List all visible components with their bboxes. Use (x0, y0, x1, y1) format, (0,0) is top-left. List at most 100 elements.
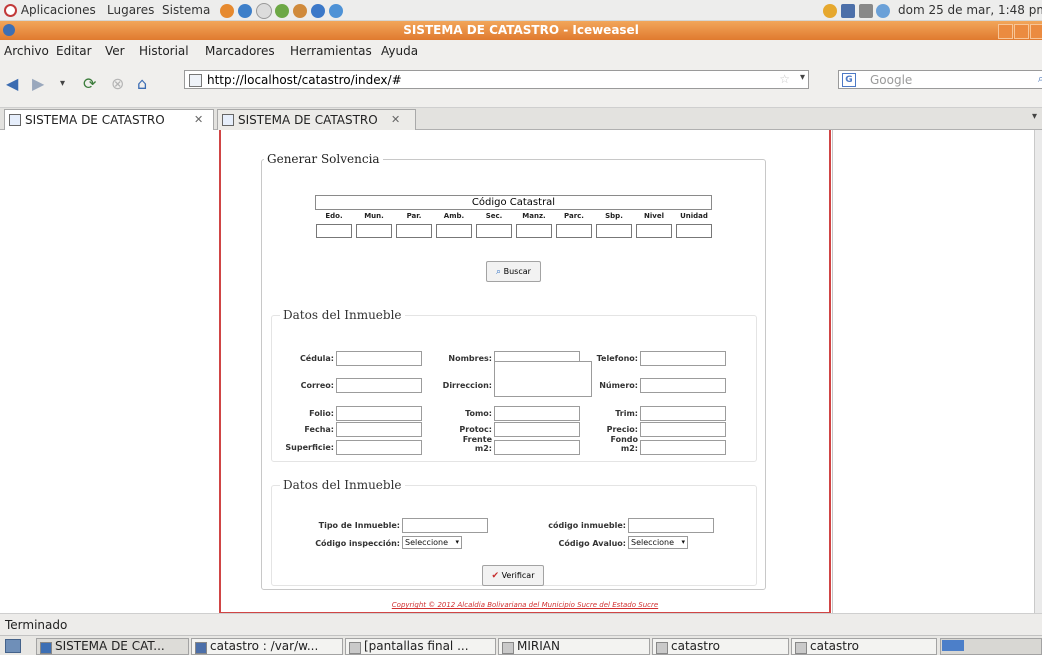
window-titlebar[interactable]: SISTEMA DE CATASTRO - Iceweasel (0, 21, 1042, 40)
search-input[interactable]: Google (870, 73, 912, 87)
catastral-column-header: Edo. (325, 212, 343, 220)
url-dropdown-icon[interactable]: ▾ (800, 72, 805, 83)
fecha-input[interactable] (336, 422, 422, 437)
back-icon[interactable]: ◀ (6, 74, 18, 93)
workspace-1-icon[interactable] (942, 640, 964, 651)
show-desktop-icon[interactable] (5, 639, 21, 653)
menu-editar[interactable]: Editar (56, 44, 92, 58)
catastral-column-header: Sbp. (605, 212, 623, 220)
evolution-icon[interactable] (237, 4, 252, 18)
menu-historial[interactable]: Historial (139, 44, 189, 58)
history-dropdown-icon[interactable]: ▾ (60, 78, 65, 89)
task-catastro-1[interactable]: catastro (652, 638, 789, 655)
catastral-input[interactable] (436, 224, 472, 238)
superficie-input[interactable] (336, 440, 422, 455)
task-pantallas-final[interactable]: [pantallas final ... (345, 638, 496, 655)
google-icon[interactable]: G (842, 73, 856, 87)
window-title: SISTEMA DE CATASTRO - Iceweasel (403, 23, 639, 37)
task-terminal-catastro[interactable]: catastro : /var/w... (191, 638, 343, 655)
maximize-button[interactable] (1014, 24, 1029, 39)
task-mirian[interactable]: MIRIAN (498, 638, 650, 655)
catastral-column-header: Mun. (364, 212, 384, 220)
tab-sistema-catastro-1[interactable]: SISTEMA DE CATASTRO ✕ (4, 109, 214, 130)
cedula-input[interactable] (336, 351, 422, 366)
task-sistema-catastro[interactable]: SISTEMA DE CAT... (36, 638, 189, 655)
task-catastro-2[interactable]: catastro (791, 638, 937, 655)
catastral-input[interactable] (556, 224, 592, 238)
url-bar[interactable]: http://localhost/catastro/index/# ☆ ▾ (184, 70, 809, 89)
network-icon[interactable] (275, 4, 290, 18)
vertical-scrollbar[interactable] (1034, 130, 1042, 613)
tomo-input[interactable] (494, 406, 580, 421)
codigo-inspeccion-select[interactable]: Seleccione ▾ (402, 536, 462, 549)
stop-icon[interactable]: ⊗ (111, 74, 124, 93)
help-icon[interactable] (255, 3, 272, 19)
clock[interactable]: dom 25 de mar, 1:48 pm (898, 3, 1042, 17)
protoc-input[interactable] (494, 422, 580, 437)
direccion-textarea[interactable] (494, 361, 592, 397)
search-icon[interactable]: ⌕ (1038, 72, 1042, 86)
close-button[interactable] (1030, 24, 1042, 39)
catastral-input[interactable] (596, 224, 632, 238)
telefono-input[interactable] (640, 351, 726, 366)
catastral-input[interactable] (356, 224, 392, 238)
menu-ayuda[interactable]: Ayuda (381, 44, 418, 58)
folder-icon (502, 642, 514, 654)
correo-input[interactable] (336, 378, 422, 393)
network-status-icon[interactable] (840, 3, 855, 18)
catastral-input[interactable] (676, 224, 712, 238)
browser-icon[interactable] (328, 4, 343, 18)
generar-solvencia-legend: Generar Solvencia (267, 152, 380, 166)
select-arrow-icon: ▾ (455, 538, 459, 546)
menu-archivo[interactable]: Archivo (4, 44, 49, 58)
menu-aplicaciones[interactable]: Aplicaciones (4, 3, 96, 17)
volume-icon[interactable] (858, 3, 873, 18)
codigo-inmueble-input[interactable] (628, 518, 714, 533)
tab-close-icon[interactable]: ✕ (391, 113, 400, 126)
fondo-m2-input[interactable] (640, 440, 726, 455)
numero-input[interactable] (640, 378, 726, 393)
buscar-button[interactable]: ⌕ Buscar (486, 261, 541, 282)
reload-icon[interactable]: ⟳ (83, 74, 96, 93)
trim-input[interactable] (640, 406, 726, 421)
correo-label: Correo: (300, 381, 334, 390)
verificar-button[interactable]: ✔ Verificar (482, 565, 544, 586)
firefox-icon[interactable] (220, 4, 234, 18)
user-icon[interactable] (876, 3, 891, 18)
menu-aplicaciones-label: Aplicaciones (20, 3, 96, 17)
forward-icon[interactable]: ▶ (32, 74, 44, 93)
tab-sistema-catastro-2[interactable]: SISTEMA DE CATASTRO ✕ (217, 109, 416, 130)
search-bar[interactable]: G Google ⌕ (838, 70, 1042, 89)
update-icon[interactable] (823, 3, 837, 18)
terminal-icon (195, 642, 207, 654)
status-bar: Terminado (0, 613, 1042, 635)
tipo-inmueble-input[interactable] (402, 518, 488, 533)
people-icon[interactable] (293, 4, 308, 18)
catastral-input[interactable] (516, 224, 552, 238)
catastral-column-header: Amb. (443, 212, 465, 220)
minimize-button[interactable] (998, 24, 1013, 39)
bookmark-star-icon[interactable]: ☆ (779, 72, 790, 86)
menu-marcadores[interactable]: Marcadores (205, 44, 275, 58)
menu-herramientas[interactable]: Herramientas (290, 44, 372, 58)
tab-list-icon[interactable]: ▾ (1032, 111, 1037, 122)
catastral-input[interactable] (636, 224, 672, 238)
precio-input[interactable] (640, 422, 726, 437)
page-container: Generar Solvencia Código Catastral Edo. M… (219, 130, 831, 613)
catastral-input[interactable] (316, 224, 352, 238)
codigo-avaluo-select[interactable]: Seleccione ▾ (628, 536, 688, 549)
catastral-input[interactable] (396, 224, 432, 238)
protoc-label: Protoc: (459, 425, 492, 434)
menu-ver[interactable]: Ver (105, 44, 125, 58)
frente-m2-input[interactable] (494, 440, 580, 455)
folio-input[interactable] (336, 406, 422, 421)
globe-icon[interactable] (311, 4, 326, 18)
home-icon[interactable]: ⌂ (137, 74, 147, 93)
codigo-inspeccion-label: Código inspección: (315, 539, 400, 548)
copyright-link[interactable]: Copyright © 2012 Alcaldia Bolivariana de… (221, 601, 829, 609)
tab-close-icon[interactable]: ✕ (194, 113, 203, 126)
menu-sistema[interactable]: Sistema (162, 3, 210, 17)
gnome-top-panel: Aplicaciones Lugares Sistema dom 25 de m… (0, 0, 1042, 21)
menu-lugares[interactable]: Lugares (107, 3, 154, 17)
catastral-input[interactable] (476, 224, 512, 238)
